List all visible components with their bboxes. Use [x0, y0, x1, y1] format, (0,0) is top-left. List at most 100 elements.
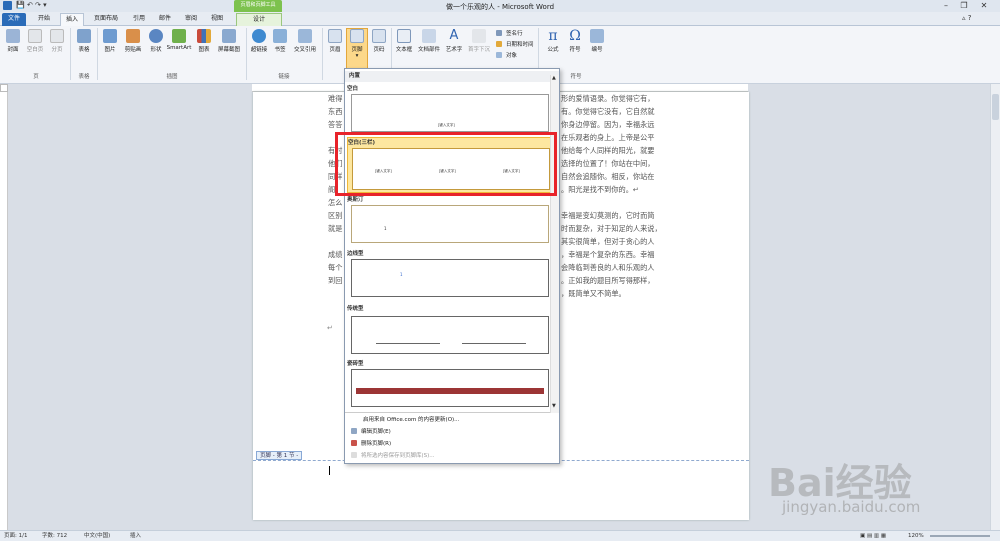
- cover-button[interactable]: 封面: [2, 29, 24, 53]
- table-icon: [77, 29, 91, 43]
- tab-home[interactable]: 开始: [32, 13, 56, 26]
- language[interactable]: 中文(中国): [84, 531, 110, 541]
- close-icon[interactable]: ✕: [976, 1, 992, 11]
- vertical-ruler[interactable]: [0, 92, 8, 532]
- option-name: 瓷砖型: [347, 361, 364, 367]
- footer-option-austin[interactable]: 奥斯汀 1: [347, 195, 551, 245]
- right-line: 时而复杂，对于知足的人来说，: [561, 224, 662, 233]
- text-cursor: [329, 466, 330, 475]
- quick-parts-label: 文档部件: [417, 47, 440, 53]
- vertical-scrollbar[interactable]: [990, 84, 1000, 532]
- omega-icon: Ω: [569, 28, 581, 44]
- gallery-scrollbar[interactable]: ▲ ▼: [550, 75, 559, 413]
- group-divider: [97, 28, 98, 80]
- chart-icon: [197, 29, 211, 43]
- tab-file[interactable]: 文件: [2, 13, 26, 26]
- insert-mode[interactable]: 插入: [130, 531, 141, 541]
- signature-line-item[interactable]: 签名行: [496, 29, 523, 37]
- view-buttons[interactable]: ▣ ▤ ▥ ▦: [860, 531, 900, 541]
- right-line: 在乐观者的身上。上帝是公平: [561, 133, 655, 142]
- zoom-slider[interactable]: [930, 535, 990, 537]
- document-text-right: 形的爱情语录。你觉得它有， 有。你觉得它没有，它自然就 你身边停留。因为，幸福永远在…: [561, 92, 731, 300]
- baidu-watermark: Bai经验 jingyan.baidu.com: [768, 452, 973, 526]
- paragraph-mark: ↵: [327, 324, 333, 332]
- globe-icon: [252, 29, 266, 43]
- office-update-item[interactable]: 启用来自 Office.com 的内容更新(O)...: [363, 415, 459, 423]
- save-selection-item[interactable]: 将所选内容保存到页脚库(S)...: [351, 451, 435, 459]
- equation-button[interactable]: π 公式: [542, 29, 564, 53]
- quick-parts-button[interactable]: 文档部件: [415, 29, 443, 53]
- number-button[interactable]: 编号: [586, 29, 608, 53]
- right-line: 会降临到善良的人和乐观的人: [561, 263, 655, 272]
- footer-section-label: 页脚 - 第 1 节 -: [256, 451, 303, 460]
- table-button[interactable]: 表格: [73, 29, 95, 53]
- footer-option-blank[interactable]: 空白 [键入文字]: [347, 84, 551, 134]
- date-time-item[interactable]: 日期和时间: [496, 40, 534, 48]
- footer-option-tiles[interactable]: 瓷砖型: [347, 359, 551, 409]
- screenshot-button[interactable]: 屏幕截图: [214, 29, 244, 53]
- edit-footer-item[interactable]: 编辑页脚(E): [351, 427, 391, 435]
- drop-cap-button[interactable]: 首字下沉: [466, 29, 492, 53]
- page-number-label: 页码: [373, 47, 385, 53]
- page-break-label: 分页: [51, 47, 63, 53]
- option-name: 边线型: [347, 251, 364, 257]
- cross-reference-button[interactable]: 交叉引用: [290, 29, 320, 53]
- date-time-label: 日期和时间: [506, 42, 534, 48]
- scroll-thumb[interactable]: [992, 94, 999, 120]
- edit-footer-label: 编辑页脚(E): [361, 429, 391, 435]
- word-count[interactable]: 字数: 712: [42, 531, 67, 541]
- blank-page-button[interactable]: 空白页: [24, 29, 46, 53]
- minimize-icon[interactable]: –: [938, 1, 954, 11]
- scroll-down-icon[interactable]: ▼: [552, 403, 556, 409]
- shapes-button[interactable]: 形状: [145, 29, 167, 53]
- tab-view[interactable]: 视图: [206, 13, 228, 26]
- zoom-level[interactable]: 120%: [908, 531, 924, 541]
- cross-reference-icon: [298, 29, 312, 43]
- preview-line-right: [462, 343, 526, 344]
- tab-references[interactable]: 引用: [128, 13, 150, 26]
- header-button[interactable]: 页眉: [324, 29, 346, 53]
- option-preview: [键入文字]: [351, 94, 549, 132]
- bookmark-button[interactable]: 书签: [270, 29, 290, 53]
- clip-art-button[interactable]: 剪贴画: [121, 29, 145, 53]
- tab-design[interactable]: 设计: [236, 13, 282, 26]
- picture-button[interactable]: 图片: [99, 29, 121, 53]
- smartart-button[interactable]: SmartArt: [165, 29, 193, 51]
- remove-footer-label: 删除页脚(R): [361, 441, 392, 447]
- wordart-button[interactable]: A 艺术字: [443, 29, 465, 54]
- right-line: 形的爱情语录。你觉得它有，: [561, 94, 655, 103]
- cover-page-icon: [6, 29, 20, 43]
- right-line: 其实很简单，但对于贪心的人: [561, 237, 655, 246]
- help-icon[interactable]: ▵ ?: [962, 14, 971, 22]
- scroll-up-icon[interactable]: ▲: [552, 75, 556, 81]
- calendar-icon: [496, 41, 502, 47]
- object-item[interactable]: 对象: [496, 51, 517, 59]
- option-name: 奥斯汀: [347, 197, 364, 203]
- tab-page-layout[interactable]: 页面布局: [88, 13, 124, 26]
- chart-button[interactable]: 图表: [193, 29, 215, 53]
- tab-selector[interactable]: [0, 84, 8, 92]
- page-number-button[interactable]: 页码: [368, 29, 390, 53]
- tab-review[interactable]: 审阅: [180, 13, 202, 26]
- restore-icon[interactable]: ❐: [956, 1, 972, 11]
- tab-insert[interactable]: 插入: [60, 13, 84, 26]
- group-divider: [322, 28, 323, 80]
- page-break-button[interactable]: 分页: [46, 29, 68, 53]
- hyperlink-button[interactable]: 超链接: [248, 29, 270, 53]
- text-box-button[interactable]: 文本框: [393, 29, 415, 53]
- screenshot-label: 屏幕截图: [217, 47, 240, 53]
- page-count[interactable]: 页面: 1/1: [4, 531, 27, 541]
- cover-label: 封面: [7, 47, 19, 53]
- group-label-links: 链接: [278, 74, 290, 80]
- quick-parts-icon: [422, 29, 436, 43]
- symbol-button[interactable]: Ω 符号: [564, 29, 586, 53]
- footer-option-sideline[interactable]: 边线型 1: [347, 249, 551, 299]
- footer-option-traditional[interactable]: 传统型: [347, 304, 551, 354]
- bookmark-icon: [273, 29, 287, 43]
- tab-mailings[interactable]: 邮件: [154, 13, 176, 26]
- footer-button[interactable]: 页脚 ▾: [346, 28, 368, 70]
- window-title: 做一个乐观的人 - Microsoft Word: [445, 3, 555, 11]
- remove-footer-item[interactable]: 删除页脚(R): [351, 439, 391, 447]
- object-icon: [496, 52, 502, 58]
- tile-bar: [356, 388, 544, 394]
